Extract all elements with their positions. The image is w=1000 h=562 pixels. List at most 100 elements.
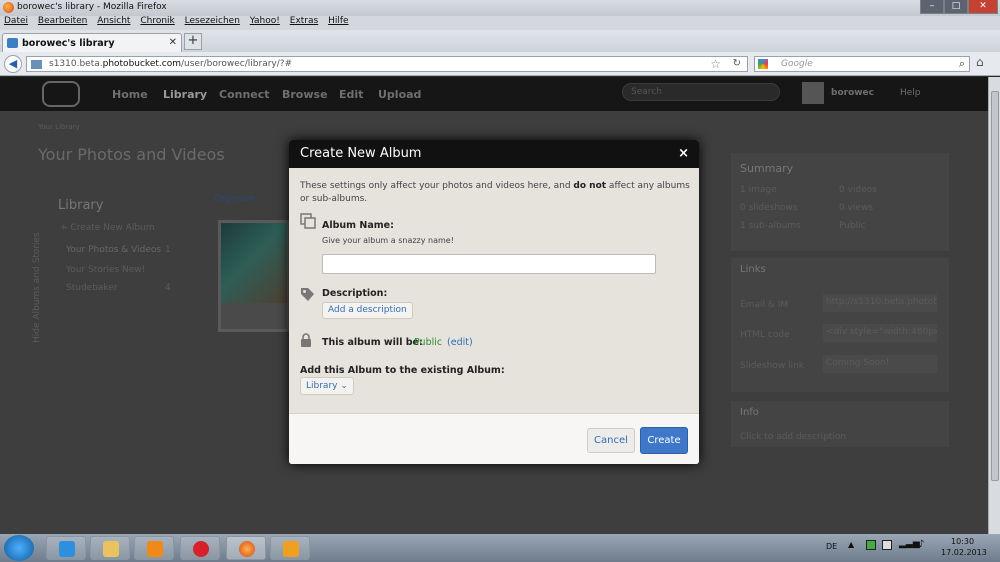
close-window-button[interactable]: ✕ (968, 0, 998, 14)
user-menu[interactable]: borowec (831, 88, 874, 98)
volume-icon[interactable]: ♪ (918, 539, 924, 550)
create-album-link[interactable]: + Create New Album (60, 223, 155, 233)
site-identity-icon[interactable] (31, 60, 42, 69)
bookmark-star-icon[interactable]: ☆ (710, 57, 721, 71)
intro-text-bold: do not (573, 181, 607, 191)
search-bar[interactable]: Google ⌕ (754, 56, 970, 72)
taskbar-outlook[interactable] (270, 536, 310, 560)
menu-ansicht[interactable]: Ansicht (97, 16, 130, 26)
maximize-button[interactable]: □ (944, 0, 968, 14)
sidebar-item-stories[interactable]: Your Stories (66, 265, 119, 275)
photo-thumbnail[interactable] (218, 220, 290, 332)
menu-bar: Datei Bearbeiten Ansicht Chronik Lesezei… (0, 16, 1000, 30)
parent-album-select[interactable]: Library ⌄ (300, 377, 354, 395)
album-name-label: Album Name: (322, 220, 394, 231)
google-icon[interactable] (758, 59, 768, 69)
network-icon[interactable]: ▂▃▅ (899, 539, 920, 549)
description-label: Description: (322, 288, 388, 299)
nav-connect[interactable]: Connect (219, 88, 270, 101)
sidebar-item-photos[interactable]: Your Photos & Videos (66, 245, 161, 255)
menu-hilfe[interactable]: Hilfe (328, 16, 348, 26)
sidebar-item-studebaker[interactable]: Studebaker (66, 283, 118, 293)
taskbar-app[interactable] (180, 536, 220, 560)
ie-icon (59, 541, 75, 557)
language-indicator[interactable]: DE (826, 542, 837, 551)
close-tab-icon[interactable]: ✕ (169, 37, 177, 48)
create-button[interactable]: Create (640, 427, 688, 454)
privacy-edit-link[interactable]: (edit) (447, 337, 473, 348)
home-icon[interactable]: ⌂ (976, 55, 984, 69)
hide-albums-toggle[interactable]: Hide Albums and Stories (32, 232, 42, 343)
avatar[interactable] (802, 82, 824, 104)
windows-taskbar: DE ▲ ▂▃▅ ♪ 10:30 17.02.2013 (0, 534, 1000, 562)
media-player-icon (147, 541, 163, 557)
reload-icon[interactable]: ↻ (733, 58, 741, 69)
nav-browse[interactable]: Browse (282, 88, 328, 101)
links-email-label: Email & IM (740, 300, 789, 310)
album-name-input[interactable] (322, 254, 656, 274)
menu-datei[interactable]: Datei (4, 16, 28, 26)
links-panel: Links Email & IM http://s1310.beta.photo… (731, 258, 949, 392)
summary-panel: Summary 1 image 0 videos 0 slideshows 0 … (731, 153, 949, 251)
intro-text-1: These settings only affect your photos a… (300, 181, 574, 191)
taskbar-media[interactable] (134, 536, 174, 560)
summary-slideshows: 0 slideshows (740, 203, 798, 213)
links-email-field[interactable]: http://s1310.beta.photobuc (823, 294, 937, 312)
close-icon[interactable]: × (678, 146, 689, 161)
page-scrollbar[interactable] (988, 77, 1000, 534)
taskbar-firefox[interactable] (226, 536, 266, 560)
clock-time[interactable]: 10:30 (951, 537, 974, 546)
nav-edit[interactable]: Edit (339, 88, 363, 101)
menu-yahoo[interactable]: Yahoo! (250, 16, 280, 26)
breadcrumb[interactable]: Your Library (38, 123, 80, 131)
add-description-button[interactable]: Add a description (322, 302, 413, 319)
menu-bearbeiten[interactable]: Bearbeiten (38, 16, 87, 26)
links-slideshow-label: Slideshow link (740, 361, 805, 371)
nav-upload[interactable]: Upload (378, 88, 421, 101)
sidebar-count-photos: 1 (165, 245, 171, 255)
tab-label: borowec's library (22, 38, 115, 49)
tray-flag-icon[interactable] (882, 540, 892, 550)
nav-library[interactable]: Library (163, 88, 207, 101)
new-badge: New! (122, 265, 146, 275)
privacy-label: This album will be: (322, 337, 423, 348)
url-prefix: s1310.beta. (49, 59, 103, 69)
firefox-icon (3, 2, 14, 13)
new-tab-button[interactable]: + (184, 33, 202, 50)
links-slideshow-field[interactable]: Coming Soon! (823, 355, 937, 373)
clock-date[interactable]: 17.02.2013 (941, 548, 987, 557)
url-bar[interactable]: s1310.beta.photobucket.com/user/borowec/… (26, 56, 748, 72)
summary-images: 1 image (740, 185, 777, 195)
url-domain: photobucket.com (102, 59, 181, 69)
search-icon[interactable]: ⌕ (959, 57, 965, 71)
back-button[interactable]: ◀ (4, 55, 22, 73)
links-title: Links (740, 264, 766, 275)
menu-lesezeichen[interactable]: Lesezeichen (185, 16, 240, 26)
privacy-edit-text[interactable]: edit (451, 337, 469, 348)
organize-link[interactable]: Organize (214, 194, 254, 204)
minimize-button[interactable]: – (920, 0, 944, 14)
taskbar-ie[interactable] (46, 536, 86, 560)
taskbar-explorer[interactable] (90, 536, 130, 560)
menu-extras[interactable]: Extras (290, 16, 318, 26)
browser-tab[interactable]: borowec's library ✕ (2, 33, 182, 52)
navigation-bar: ◀ s1310.beta.photobucket.com/user/borowe… (0, 52, 1000, 76)
album-name-hint: Give your album a snazzy name! (322, 236, 454, 245)
site-search-input[interactable]: Search (622, 83, 780, 101)
tray-app-icon[interactable] (866, 540, 876, 550)
nav-home[interactable]: Home (112, 88, 148, 101)
help-menu[interactable]: Help (900, 88, 921, 98)
links-html-field[interactable]: <div style="width:480px;text (823, 324, 937, 342)
sidebar-count-studebaker: 4 (165, 283, 171, 293)
scrollbar-thumb[interactable] (991, 91, 999, 481)
menu-chronik[interactable]: Chronik (140, 16, 174, 26)
parent-album-value: Library (306, 381, 338, 391)
tray-arrow-icon[interactable]: ▲ (848, 540, 854, 549)
summary-privacy: Public (839, 221, 866, 231)
start-button[interactable] (4, 535, 34, 561)
dialog-title: Create New Album (300, 146, 422, 161)
info-description-link[interactable]: Click to add description (740, 432, 846, 442)
summary-subalbums: 1 sub-albums (740, 221, 801, 231)
photobucket-logo[interactable] (42, 81, 80, 107)
cancel-button[interactable]: Cancel (587, 428, 635, 453)
